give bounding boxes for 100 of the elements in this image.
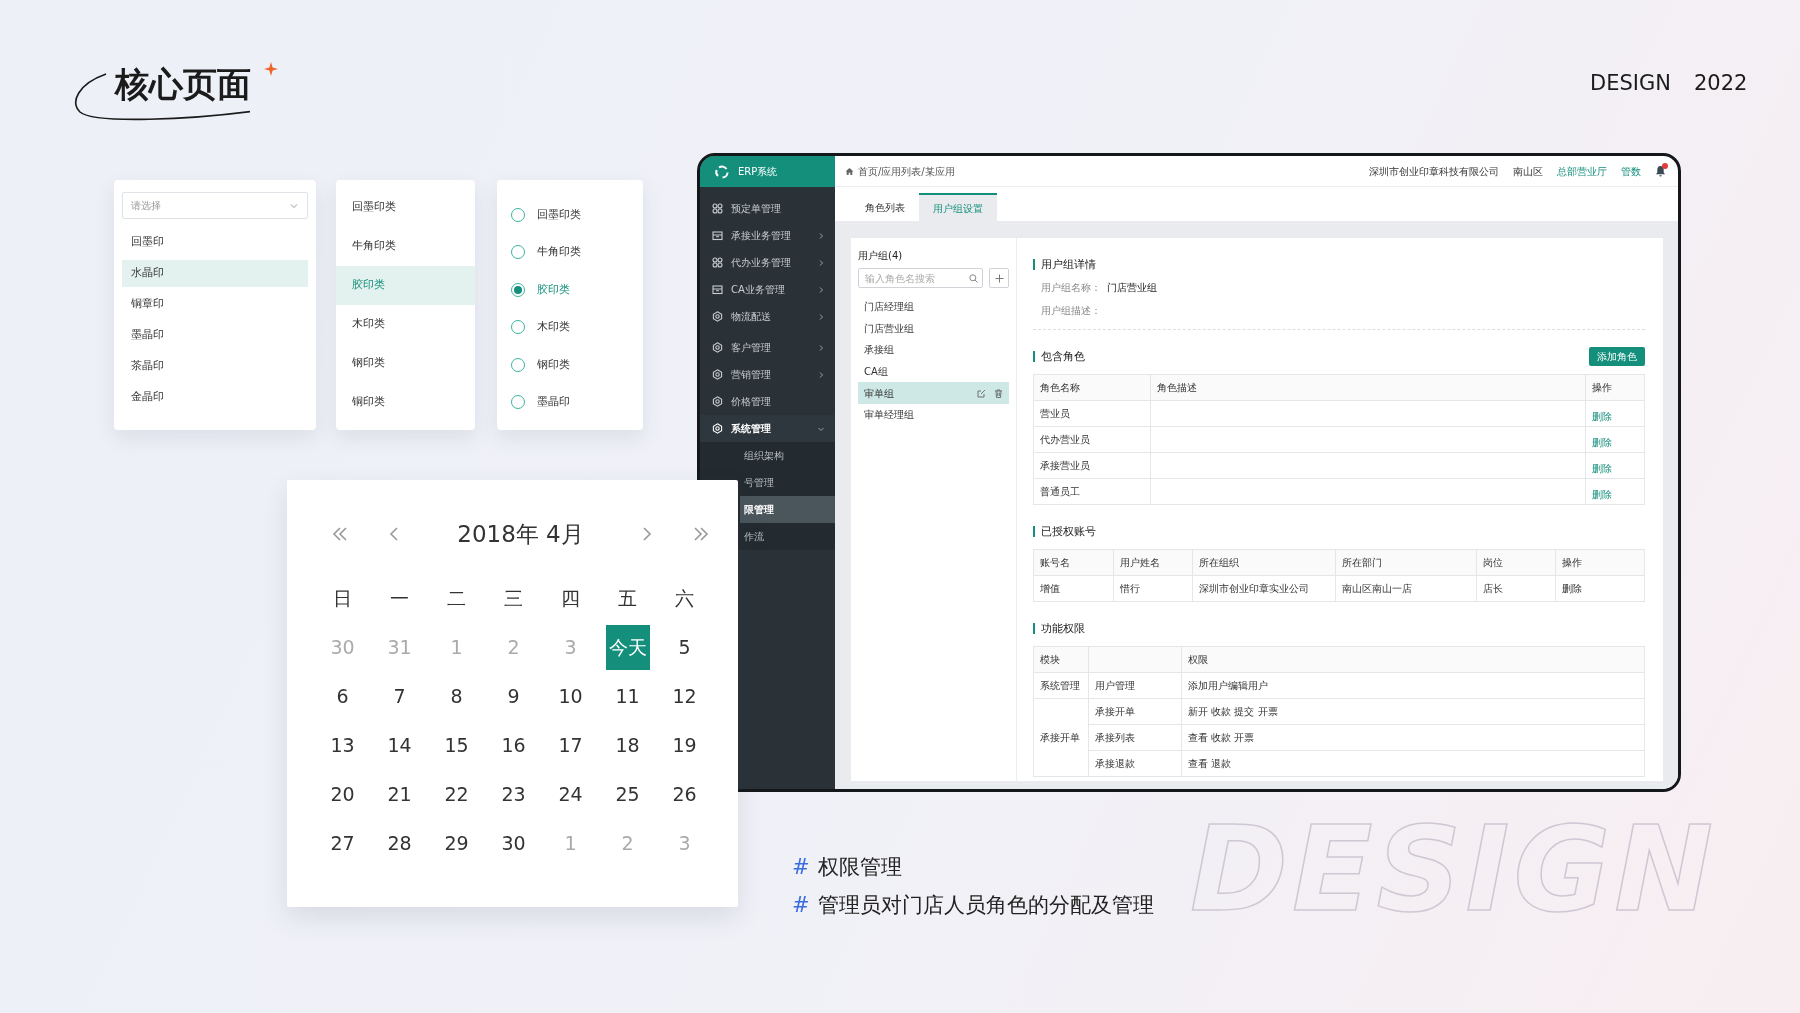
table-cell: 系统管理	[1033, 672, 1089, 699]
calendar-day[interactable]: 12	[664, 676, 705, 717]
list-option[interactable]: 钢印类	[336, 344, 475, 383]
header-text: 深圳市创业印章科技有限公司	[1369, 164, 1499, 179]
calendar-day[interactable]: 24	[550, 774, 591, 815]
sidebar-item[interactable]: 承接业务管理	[700, 222, 835, 249]
sidebar-item[interactable]: 预定单管理	[700, 195, 835, 222]
delete-link[interactable]: 删除	[1592, 489, 1612, 500]
dropdown-option[interactable]: 金晶印	[122, 384, 308, 411]
weekday-label: 一	[389, 586, 410, 612]
header-link[interactable]: 管数	[1621, 163, 1641, 179]
calendar-day[interactable]: 21	[379, 774, 420, 815]
box-icon	[712, 230, 723, 241]
tab[interactable]: 用户组设置	[919, 193, 997, 221]
search-field[interactable]: 输入角色名搜索	[858, 268, 983, 288]
sidebar-item[interactable]: 代办业务管理	[700, 249, 835, 276]
calendar-day[interactable]: 11	[607, 676, 648, 717]
calendar-day[interactable]: 18	[607, 725, 648, 766]
dropdown-option[interactable]: 回墨印	[122, 229, 308, 256]
table-cell: 营业员	[1033, 400, 1151, 427]
add-role-button[interactable]: 添加角色	[1589, 346, 1645, 366]
calendar-day[interactable]: 16	[493, 725, 534, 766]
sidebar-item[interactable]: 价格管理	[700, 388, 835, 415]
breadcrumb[interactable]: 首页/应用列表/某应用	[858, 163, 955, 179]
calendar-day[interactable]: 10	[550, 676, 591, 717]
calendar-day[interactable]: 25	[607, 774, 648, 815]
calendar-day[interactable]: 9	[493, 676, 534, 717]
calendar-day[interactable]: 17	[550, 725, 591, 766]
sidebar-item[interactable]: 物流配送	[700, 303, 835, 330]
delete-link[interactable]: 删除	[1592, 437, 1612, 448]
weekday-label: 二	[446, 586, 467, 612]
delete-link[interactable]: 删除	[1592, 411, 1612, 422]
calendar-day[interactable]: 28	[379, 823, 420, 864]
add-button[interactable]	[989, 268, 1009, 288]
grid-icon	[712, 203, 723, 214]
dropdown-option[interactable]: 茶晶印	[122, 353, 308, 380]
list-option[interactable]: 铜印类	[336, 383, 475, 422]
group-item[interactable]: CA组	[858, 360, 1009, 383]
sidebar-subitem[interactable]: 作流	[740, 523, 835, 550]
group-item[interactable]: 审单经理组	[858, 403, 1009, 426]
calendar-day[interactable]: 5	[664, 627, 705, 668]
column-header: 所在部门	[1335, 549, 1477, 576]
sidebar-item[interactable]: 系统管理	[700, 415, 835, 442]
calendar-day[interactable]: 14	[379, 725, 420, 766]
column-header: 所在组织	[1192, 549, 1336, 576]
sidebar-item[interactable]: CA业务管理	[700, 276, 835, 303]
calendar-day[interactable]: 7	[379, 676, 420, 717]
calendar-day[interactable]: 30	[493, 823, 534, 864]
group-item[interactable]: 审单组	[858, 382, 1009, 404]
chevron-right-icon	[817, 370, 825, 379]
gear-icon	[712, 311, 723, 322]
calendar-day[interactable]: 26	[664, 774, 705, 815]
calendar-day[interactable]: 20	[322, 774, 363, 815]
radio-label[interactable]: 牛角印类	[537, 244, 581, 261]
group-item[interactable]: 承接组	[858, 339, 1009, 361]
calendar-day[interactable]: 13	[322, 725, 363, 766]
sidebar-subitem[interactable]: 号管理	[740, 469, 835, 496]
calendar-day[interactable]: 8	[436, 676, 477, 717]
dropdown-option[interactable]: 铜章印	[122, 291, 308, 318]
search-icon	[969, 273, 978, 283]
sidebar-item[interactable]: 营销管理	[700, 361, 835, 388]
double-chevron-left-icon[interactable]	[331, 525, 349, 543]
sidebar-subitem[interactable]: 组织架构	[740, 442, 835, 469]
dropdown-option[interactable]: 墨晶印	[122, 322, 308, 349]
group-item[interactable]: 门店营业组	[858, 317, 1009, 340]
radio-label[interactable]: 木印类	[537, 319, 570, 336]
calendar-day[interactable]: 27	[322, 823, 363, 864]
sidebar-item[interactable]: 客户管理	[700, 334, 835, 361]
calendar-day[interactable]: 6	[322, 676, 363, 717]
caption-text: 权限管理	[817, 854, 902, 881]
table-cell: 普通员工	[1033, 478, 1151, 505]
calendar-day[interactable]: 19	[664, 725, 705, 766]
calendar-day[interactable]: 22	[436, 774, 477, 815]
calendar-day[interactable]: 今天	[605, 625, 650, 670]
bell-icon[interactable]	[1655, 165, 1666, 177]
list-option[interactable]: 回墨印类	[336, 188, 475, 227]
calendar-day[interactable]: 15	[436, 725, 477, 766]
year-label: 2022	[1694, 70, 1748, 97]
list-option[interactable]: 胶印类	[336, 266, 475, 305]
header-link[interactable]: 总部营业厅	[1557, 163, 1607, 179]
calendar-day[interactable]: 23	[493, 774, 534, 815]
double-chevron-right-icon[interactable]	[692, 525, 710, 543]
list-option[interactable]: 牛角印类	[336, 227, 475, 266]
column-header: 操作	[1555, 549, 1645, 576]
radio-label[interactable]: 回墨印类	[537, 206, 581, 223]
group-item[interactable]: 门店经理组	[858, 296, 1009, 318]
delete-link[interactable]: 删除	[1562, 583, 1582, 594]
list-option[interactable]: 木印类	[336, 305, 475, 344]
delete-link[interactable]: 删除	[1592, 463, 1612, 474]
column-header: 权限	[1181, 646, 1645, 673]
chevron-right-icon	[817, 312, 825, 321]
weekday-label: 四	[560, 586, 581, 612]
calendar-day[interactable]: 29	[436, 823, 477, 864]
radio-label[interactable]: 墨晶印	[537, 394, 570, 411]
weekday-label: 三	[503, 586, 524, 612]
radio-label[interactable]: 钢印类	[537, 356, 570, 373]
radio-label[interactable]: 胶印类	[537, 281, 570, 298]
sidebar-subitem[interactable]: 限管理	[740, 496, 835, 523]
dropdown-option[interactable]: 水晶印	[122, 260, 308, 287]
tab[interactable]: 角色列表	[851, 193, 919, 221]
